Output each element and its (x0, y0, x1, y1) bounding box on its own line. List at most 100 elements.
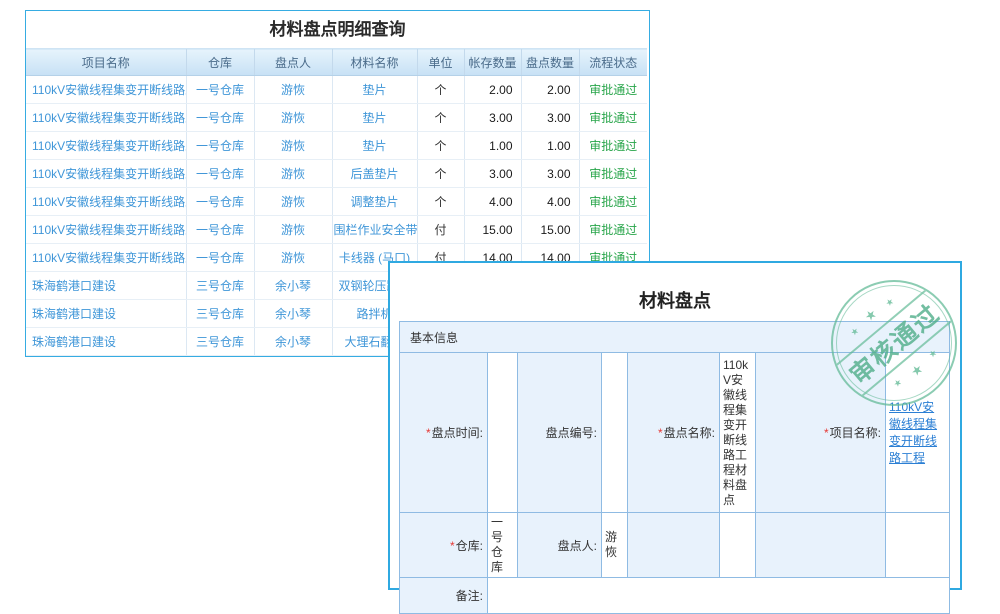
field-remark (488, 578, 950, 614)
cell-person[interactable]: 余小琴 (254, 300, 332, 328)
field-empty (720, 513, 756, 578)
stamp-text-band: 审核通过 (831, 280, 957, 406)
cell-unit: 付 (417, 216, 464, 244)
field-count-name: 110kV安徽线程集变开断线路工程材料盘点 (720, 353, 756, 513)
cell-material[interactable]: 围栏作业安全带 (332, 216, 417, 244)
label-count-person: 盘点人: (518, 513, 602, 578)
project-link[interactable]: 110kV安徽线程集变开断线路工程 (889, 400, 937, 465)
cell-warehouse[interactable]: 三号仓库 (186, 328, 254, 356)
cell-project[interactable]: 110kV安徽线程集变开断线路工程 (26, 244, 186, 272)
table-row: 110kV安徽线程集变开断线路工程一号仓库游恢垫片个2.002.00审批通过 (26, 76, 647, 104)
label-count-code: 盘点编号: (518, 353, 602, 513)
cell-count_qty: 15.00 (521, 216, 579, 244)
cell-person[interactable]: 游恢 (254, 104, 332, 132)
cell-warehouse[interactable]: 一号仓库 (186, 244, 254, 272)
table-row: 110kV安徽线程集变开断线路工程一号仓库游恢围栏作业安全带付15.0015.0… (26, 216, 647, 244)
label-count-name: *盘点名称: (628, 353, 720, 513)
star-icon: ★ (926, 347, 939, 361)
label-warehouse: *仓库: (400, 513, 488, 578)
approval-stamp: ★ ★ ★ 审核通过 ★ ★ ★ (831, 280, 957, 406)
field-count-code (602, 353, 628, 513)
cell-status[interactable]: 审批通过 (579, 160, 647, 188)
cell-status[interactable]: 审批通过 (579, 104, 647, 132)
cell-unit: 个 (417, 104, 464, 132)
cell-person[interactable]: 游恢 (254, 76, 332, 104)
cell-person[interactable]: 游恢 (254, 188, 332, 216)
star-icon: ★ (861, 306, 880, 326)
page-title: 材料盘点明细查询 (26, 11, 649, 48)
cell-person[interactable]: 余小琴 (254, 272, 332, 300)
cell-material[interactable]: 垫片 (332, 76, 417, 104)
cell-project[interactable]: 珠海鹤港口建设 (26, 272, 186, 300)
label-remark: 备注: (400, 578, 488, 614)
column-header: 帐存数量 (464, 49, 521, 76)
field-empty (886, 513, 950, 578)
column-header: 流程状态 (579, 49, 647, 76)
cell-project[interactable]: 珠海鹤港口建设 (26, 328, 186, 356)
column-header: 项目名称 (26, 49, 186, 76)
cell-warehouse[interactable]: 三号仓库 (186, 300, 254, 328)
cell-warehouse[interactable]: 一号仓库 (186, 216, 254, 244)
cell-status[interactable]: 审批通过 (579, 76, 647, 104)
required-mark: * (450, 539, 455, 553)
table-row: 110kV安徽线程集变开断线路工程一号仓库游恢后盖垫片个3.003.00审批通过 (26, 160, 647, 188)
cell-warehouse[interactable]: 三号仓库 (186, 272, 254, 300)
cell-material[interactable]: 调整垫片 (332, 188, 417, 216)
cell-project[interactable]: 110kV安徽线程集变开断线路工程 (26, 216, 186, 244)
table-row: 110kV安徽线程集变开断线路工程一号仓库游恢垫片个3.003.00审批通过 (26, 104, 647, 132)
label-empty (628, 513, 720, 578)
label-count-time: *盘点时间: (400, 353, 488, 513)
cell-book_qty: 2.00 (464, 76, 521, 104)
column-header: 材料名称 (332, 49, 417, 76)
table-row: 110kV安徽线程集变开断线路工程一号仓库游恢调整垫片个4.004.00审批通过 (26, 188, 647, 216)
cell-person[interactable]: 游恢 (254, 244, 332, 272)
cell-book_qty: 15.00 (464, 216, 521, 244)
cell-count_qty: 2.00 (521, 76, 579, 104)
cell-person[interactable]: 游恢 (254, 160, 332, 188)
cell-count_qty: 3.00 (521, 160, 579, 188)
cell-project[interactable]: 110kV安徽线程集变开断线路工程 (26, 76, 186, 104)
cell-warehouse[interactable]: 一号仓库 (186, 188, 254, 216)
stamp-rotated-band: ★ ★ ★ 审核通过 ★ ★ ★ (831, 280, 957, 406)
cell-material[interactable]: 后盖垫片 (332, 160, 417, 188)
star-icon: ★ (908, 361, 927, 381)
cell-warehouse[interactable]: 一号仓库 (186, 76, 254, 104)
cell-warehouse[interactable]: 一号仓库 (186, 160, 254, 188)
cell-unit: 个 (417, 188, 464, 216)
cell-project[interactable]: 110kV安徽线程集变开断线路工程 (26, 160, 186, 188)
cell-book_qty: 1.00 (464, 132, 521, 160)
cell-person[interactable]: 游恢 (254, 132, 332, 160)
cell-project[interactable]: 珠海鹤港口建设 (26, 300, 186, 328)
cell-warehouse[interactable]: 一号仓库 (186, 132, 254, 160)
cell-project[interactable]: 110kV安徽线程集变开断线路工程 (26, 132, 186, 160)
cell-project[interactable]: 110kV安徽线程集变开断线路工程 (26, 104, 186, 132)
column-header: 仓库 (186, 49, 254, 76)
cell-status[interactable]: 审批通过 (579, 132, 647, 160)
star-icon: ★ (883, 296, 896, 310)
cell-status[interactable]: 审批通过 (579, 188, 647, 216)
cell-count_qty: 4.00 (521, 188, 579, 216)
cell-book_qty: 3.00 (464, 104, 521, 132)
cell-warehouse[interactable]: 一号仓库 (186, 104, 254, 132)
field-count-person: 游恢 (602, 513, 628, 578)
required-mark: * (824, 426, 829, 440)
cell-project[interactable]: 110kV安徽线程集变开断线路工程 (26, 188, 186, 216)
cell-count_qty: 1.00 (521, 132, 579, 160)
cell-material[interactable]: 垫片 (332, 132, 417, 160)
cell-book_qty: 4.00 (464, 188, 521, 216)
cell-count_qty: 3.00 (521, 104, 579, 132)
cell-unit: 个 (417, 132, 464, 160)
cell-status[interactable]: 审批通过 (579, 216, 647, 244)
required-mark: * (658, 426, 663, 440)
column-header: 单位 (417, 49, 464, 76)
star-icon: ★ (848, 325, 861, 339)
cell-unit: 个 (417, 160, 464, 188)
table-header-row: 项目名称 仓库 盘点人 材料名称 单位 帐存数量 盘点数量 流程状态 (26, 49, 647, 76)
cell-book_qty: 3.00 (464, 160, 521, 188)
column-header: 盘点人 (254, 49, 332, 76)
column-header: 盘点数量 (521, 49, 579, 76)
cell-material[interactable]: 垫片 (332, 104, 417, 132)
cell-person[interactable]: 余小琴 (254, 328, 332, 356)
required-mark: * (426, 426, 431, 440)
cell-person[interactable]: 游恢 (254, 216, 332, 244)
